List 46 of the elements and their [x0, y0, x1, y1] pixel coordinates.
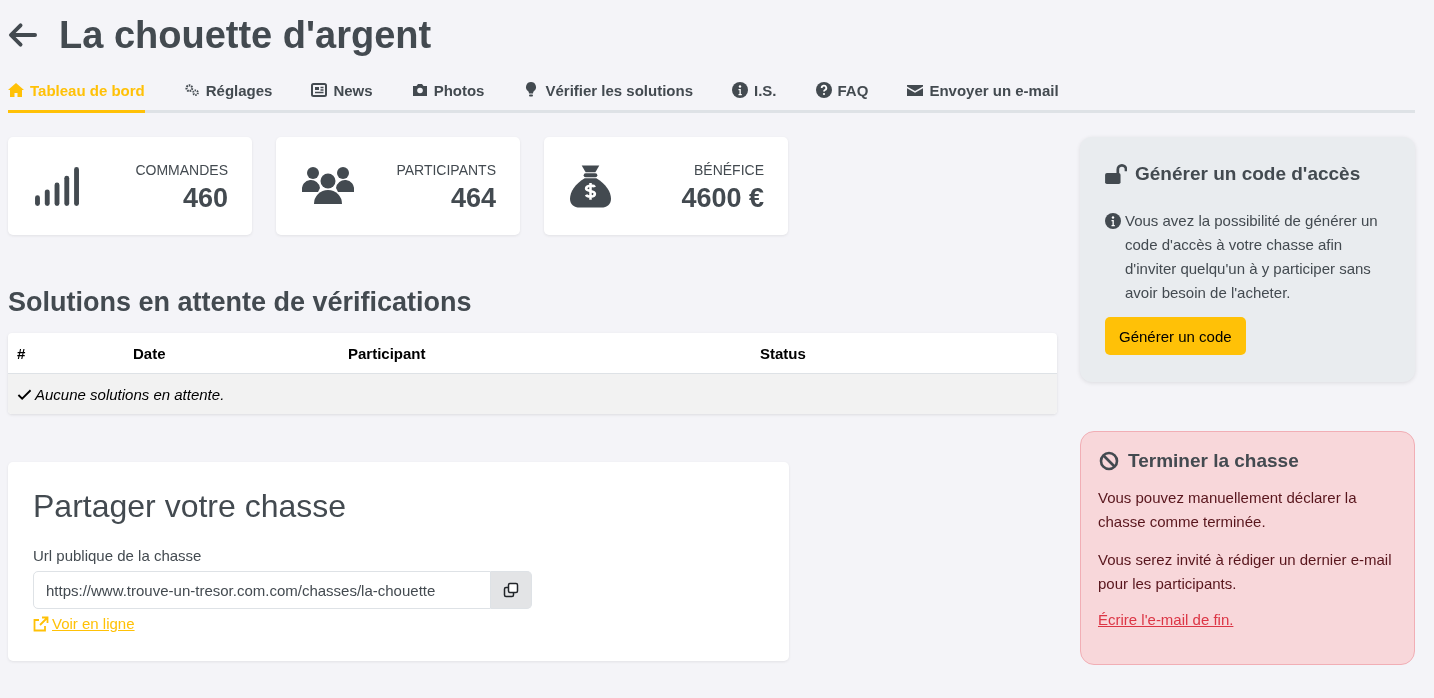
info-icon — [732, 82, 748, 98]
card-title: Terminer la chasse — [1128, 450, 1299, 472]
camera-icon — [411, 82, 428, 98]
external-link-icon — [33, 615, 49, 632]
stat-value: 460 — [181, 183, 228, 214]
stat-label: PARTICIPANTS — [396, 162, 496, 178]
stat-value: 464 — [449, 183, 496, 214]
column-header: Participant — [347, 344, 427, 362]
question-icon — [815, 82, 832, 98]
signal-icon — [34, 165, 81, 207]
stat-value: 4600 € — [681, 183, 764, 214]
tab[interactable]: FAQ — [815, 70, 890, 113]
section-title: Solutions en attente de vérifications — [8, 287, 473, 318]
tab[interactable]: I.S. — [732, 70, 798, 113]
copy-icon — [503, 582, 519, 598]
column-header: Date — [132, 344, 167, 362]
copy-button[interactable] — [491, 571, 532, 609]
money-bag-icon — [570, 164, 611, 208]
tab[interactable]: Vérifier les solutions — [523, 70, 714, 113]
field-label: Url publique de la chasse — [33, 547, 203, 564]
gears-icon — [183, 82, 200, 98]
envelope-icon — [907, 82, 924, 98]
stat-label: BÉNÉFICE — [693, 162, 764, 178]
paragraph: Vous serez invité à rédiger un dernier e-mail pour les participants. — [1098, 550, 1393, 594]
house-icon — [8, 82, 24, 98]
info-icon — [1105, 213, 1121, 229]
unlocked-padlock-icon — [1105, 164, 1127, 184]
stat-label: COMMANDES — [135, 162, 228, 178]
prohibited-icon — [1098, 451, 1120, 471]
back-arrow-icon — [8, 22, 37, 48]
empty-message: Aucune solutions en attente. — [35, 385, 225, 403]
column-header: Status — [759, 344, 806, 362]
tab[interactable]: Réglages — [183, 70, 294, 113]
page-title: La chouette d'argent — [59, 13, 432, 57]
users-icon — [302, 166, 354, 206]
card-title: Générer un code d'accès — [1135, 163, 1361, 185]
paragraph: Vous pouvez manuellement déclarer la chasse comme terminée. — [1098, 488, 1358, 532]
tab[interactable]: Photos — [411, 70, 506, 113]
card-title: Partager votre chasse — [33, 488, 348, 525]
info-text: Vous avez la possibilité de générer un code d'accès à votre chasse afin d'inviter quelqu'un à y participer sans avoir besoin de l'acheter. — [1125, 211, 1379, 303]
tab[interactable]: Envoyer un e-mail — [907, 70, 1080, 113]
tab[interactable]: News — [311, 70, 394, 113]
generate-code-button[interactable]: Générer un code — [1105, 317, 1246, 355]
column-header: # — [16, 344, 27, 362]
url-field[interactable]: https://www.trouve-un-tresor.com.com/chasses/la-chouette — [33, 571, 491, 609]
newspaper-icon — [311, 82, 328, 98]
